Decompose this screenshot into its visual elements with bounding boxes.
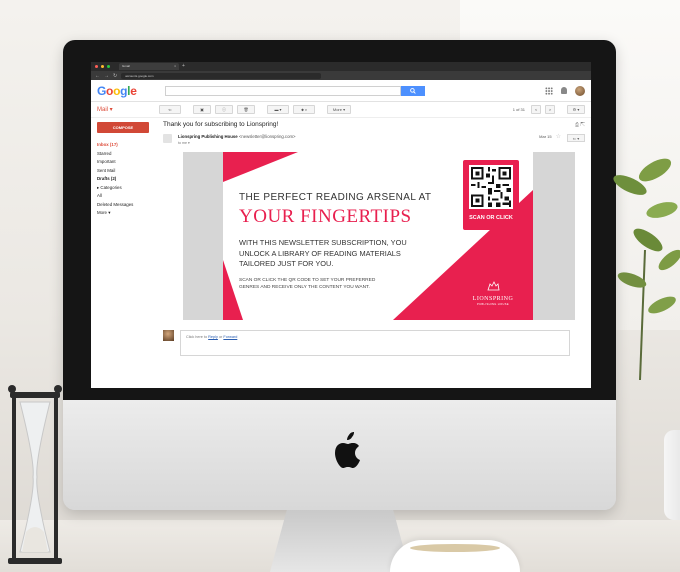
lion-emblem-icon <box>487 281 500 291</box>
browser-tab-bar: Gmail × + <box>91 62 591 71</box>
sidebar-item-more[interactable]: More ▾ <box>97 209 163 218</box>
screen: Gmail × + ← → ↻ accounts.google.com Goog… <box>91 62 591 388</box>
reply-dropdown-button[interactable]: ⇐ ▾ <box>567 134 585 142</box>
sender-row: Lionspring Publishing House <newsletter@… <box>163 132 585 152</box>
search-input[interactable] <box>165 85 401 96</box>
newsletter-banner: THE PERFECT READING ARSENAL AT YOUR FING… <box>183 152 575 320</box>
brand-name: LIONSPRING <box>472 296 514 302</box>
archive-button[interactable]: ▣ <box>193 105 211 114</box>
sender-info: Lionspring Publishing House <newsletter@… <box>178 134 296 139</box>
accent-triangle-top <box>223 152 298 182</box>
back-button[interactable]: ⇐ <box>159 105 181 114</box>
hourglass <box>8 385 62 564</box>
older-button[interactable]: > <box>545 105 555 114</box>
more-button[interactable]: More ▾ <box>327 105 351 114</box>
forward-link[interactable]: Forward <box>223 335 237 339</box>
lionspring-logo: LIONSPRING PUBLISHING HOUSE <box>463 278 523 306</box>
search-icon <box>410 87 416 94</box>
sidebar-item-deleted[interactable]: Deleted Messages <box>97 201 163 210</box>
report-spam-button[interactable]: ⓘ <box>215 105 233 114</box>
mail-main: COMPOSE Inbox (17) Starred Important Sen… <box>91 118 591 356</box>
sender-name: Lionspring Publishing House <box>178 134 238 139</box>
mail-toolbar: Mail ▾ ⇐ ▣ ⓘ 🗑 ▬ ▾ ⬥ ▾ More ▾ 1 of 31 < … <box>91 102 591 118</box>
qr-code-icon[interactable] <box>469 165 513 209</box>
sender-email: <newsletter@lionspring.com> <box>238 134 296 139</box>
compose-button[interactable]: COMPOSE <box>97 122 149 133</box>
newsletter-card: THE PERFECT READING ARSENAL AT YOUR FING… <box>223 152 533 320</box>
recipient-details[interactable]: to me ▾ <box>178 141 296 145</box>
mail-menu[interactable]: Mail ▾ <box>97 106 159 113</box>
qr-code-card[interactable]: SCAN OR CLICK <box>463 160 519 230</box>
apple-logo <box>335 432 360 468</box>
message-date: Mar 15 <box>539 134 552 139</box>
user-avatar <box>163 330 174 341</box>
notifications-icon[interactable] <box>561 87 567 94</box>
plant <box>613 158 680 380</box>
account-avatar[interactable] <box>575 85 585 96</box>
message-subject-row: Thank you for subscribing to Lionspring!… <box>163 118 585 132</box>
message-subject: Thank you for subscribing to Lionspring! <box>163 121 279 128</box>
body-line2: UNLOCK A LIBRARY OF READING MATERIALS <box>239 248 401 258</box>
sidebar-item-inbox[interactable]: Inbox (17) <box>97 141 163 150</box>
reply-link[interactable]: Reply <box>208 335 218 339</box>
newsletter-body: WITH THIS NEWSLETTER SUBSCRIPTION, YOU U… <box>239 238 469 270</box>
move-to-button[interactable]: ▬ ▾ <box>267 105 289 114</box>
forward-arrow-icon[interactable]: → <box>104 73 109 79</box>
close-window-icon[interactable] <box>95 65 98 68</box>
sidebar-item-sent[interactable]: Sent Mail <box>97 167 163 176</box>
reply-prompt: Click here to <box>186 335 209 339</box>
reply-box[interactable]: Click here to Reply or Forward <box>180 330 570 356</box>
google-logo[interactable]: Google <box>97 84 165 98</box>
print-expand-icons[interactable]: ⎙ ⇱ <box>575 118 585 132</box>
settings-button[interactable]: ⚙ ▾ <box>567 105 585 114</box>
vase <box>664 430 680 520</box>
reply-row: Click here to Reply or Forward <box>163 330 585 356</box>
sidebar-item-important[interactable]: Important <box>97 158 163 167</box>
qr-label: SCAN OR CLICK <box>469 215 513 221</box>
imac-stand <box>270 510 410 572</box>
star-icon[interactable]: ☆ <box>556 134 561 140</box>
page-count: 1 of 31 <box>512 107 525 112</box>
coffee <box>410 544 500 552</box>
tab-title: Gmail <box>122 64 130 68</box>
brand-subtitle: PUBLISHING HOUSE <box>476 303 510 306</box>
sender-avatar <box>163 134 172 143</box>
address-bar-row: ← → ↻ accounts.google.com <box>91 71 591 80</box>
url-field[interactable]: accounts.google.com <box>121 72 322 79</box>
newer-button[interactable]: < <box>531 105 541 114</box>
gmail-header: Google <box>91 80 591 102</box>
browser-tab[interactable]: Gmail × <box>119 63 179 70</box>
reload-icon[interactable]: ↻ <box>113 73 117 79</box>
labels-button[interactable]: ⬥ ▾ <box>293 105 315 114</box>
back-arrow-icon[interactable]: ← <box>95 73 100 79</box>
sidebar-item-categories[interactable]: ▸ Categories <box>97 184 163 193</box>
delete-button[interactable]: 🗑 <box>237 105 255 114</box>
note-line2: GENRES AND RECEIVE ONLY THE CONTENT YOU … <box>239 285 370 290</box>
body-line3: TAILORED JUST FOR YOU. <box>239 259 334 268</box>
minimize-window-icon[interactable] <box>101 65 104 68</box>
headline-line1: THE PERFECT READING ARSENAL AT <box>239 192 432 203</box>
body-line1: WITH THIS NEWSLETTER SUBSCRIPTION, YOU <box>239 238 407 247</box>
newsletter-note: SCAN OR CLICK THE QR CODE TO SET YOUR PR… <box>239 277 439 291</box>
new-tab-button[interactable]: + <box>182 63 185 70</box>
sidebar: COMPOSE Inbox (17) Starred Important Sen… <box>91 118 163 356</box>
apps-grid-icon[interactable] <box>545 86 553 95</box>
message-view: Thank you for subscribing to Lionspring!… <box>163 118 591 356</box>
note-line1: SCAN OR CLICK THE QR CODE TO SET YOUR PR… <box>239 278 376 283</box>
maximize-window-icon[interactable] <box>107 65 110 68</box>
sidebar-item-drafts[interactable]: Drafts (2) <box>97 175 163 184</box>
sidebar-item-starred[interactable]: Starred <box>97 150 163 159</box>
tab-close-icon[interactable]: × <box>174 63 179 70</box>
headline-line2: YOUR FINGERTIPS <box>239 206 412 227</box>
coffee-cup <box>390 540 520 572</box>
search-button[interactable] <box>401 85 425 96</box>
sidebar-item-all[interactable]: All <box>97 192 163 201</box>
